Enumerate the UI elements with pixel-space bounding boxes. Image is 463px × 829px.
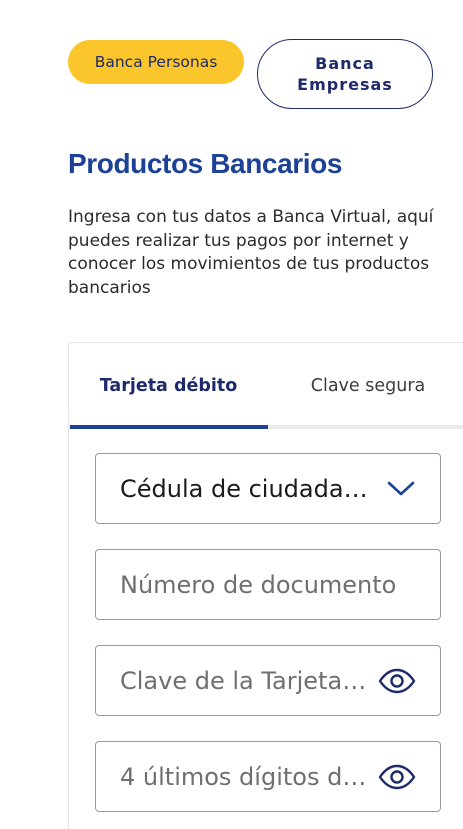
document-number-placeholder: Número de documento [120,570,397,599]
document-number-input[interactable]: Número de documento [95,549,441,620]
document-type-select[interactable]: Cédula de ciudadanía [95,453,441,524]
banca-personas-button[interactable]: Banca Personas [68,40,244,84]
eye-icon[interactable] [378,667,416,695]
eye-icon[interactable] [378,763,416,791]
card-password-placeholder: Clave de la Tarjeta débito [120,666,370,695]
banca-empresas-button[interactable]: Banca Empresas [257,39,433,109]
document-type-value: Cédula de ciudadanía [120,474,370,503]
login-card: Tarjeta débito Clave segura Cédula de ci… [68,342,463,829]
login-tabs: Tarjeta débito Clave segura [69,343,463,429]
chevron-down-icon[interactable] [378,475,416,503]
card-password-input[interactable]: Clave de la Tarjeta débito [95,645,441,716]
last-digits-input[interactable]: 4 últimos dígitos de la tarjeta [95,741,441,812]
active-tab-indicator [70,425,268,429]
tab-clave-segura[interactable]: Clave segura [268,343,463,429]
page-title: Productos Bancarios [68,148,343,179]
tab-tarjeta-debito[interactable]: Tarjeta débito [69,343,268,429]
last-digits-placeholder: 4 últimos dígitos de la tarjeta [120,762,370,791]
page-description: Ingresa con tus datos a Banca Virtual, a… [68,207,434,298]
login-page: Banca Personas Banca Empresas Productos … [0,0,463,829]
